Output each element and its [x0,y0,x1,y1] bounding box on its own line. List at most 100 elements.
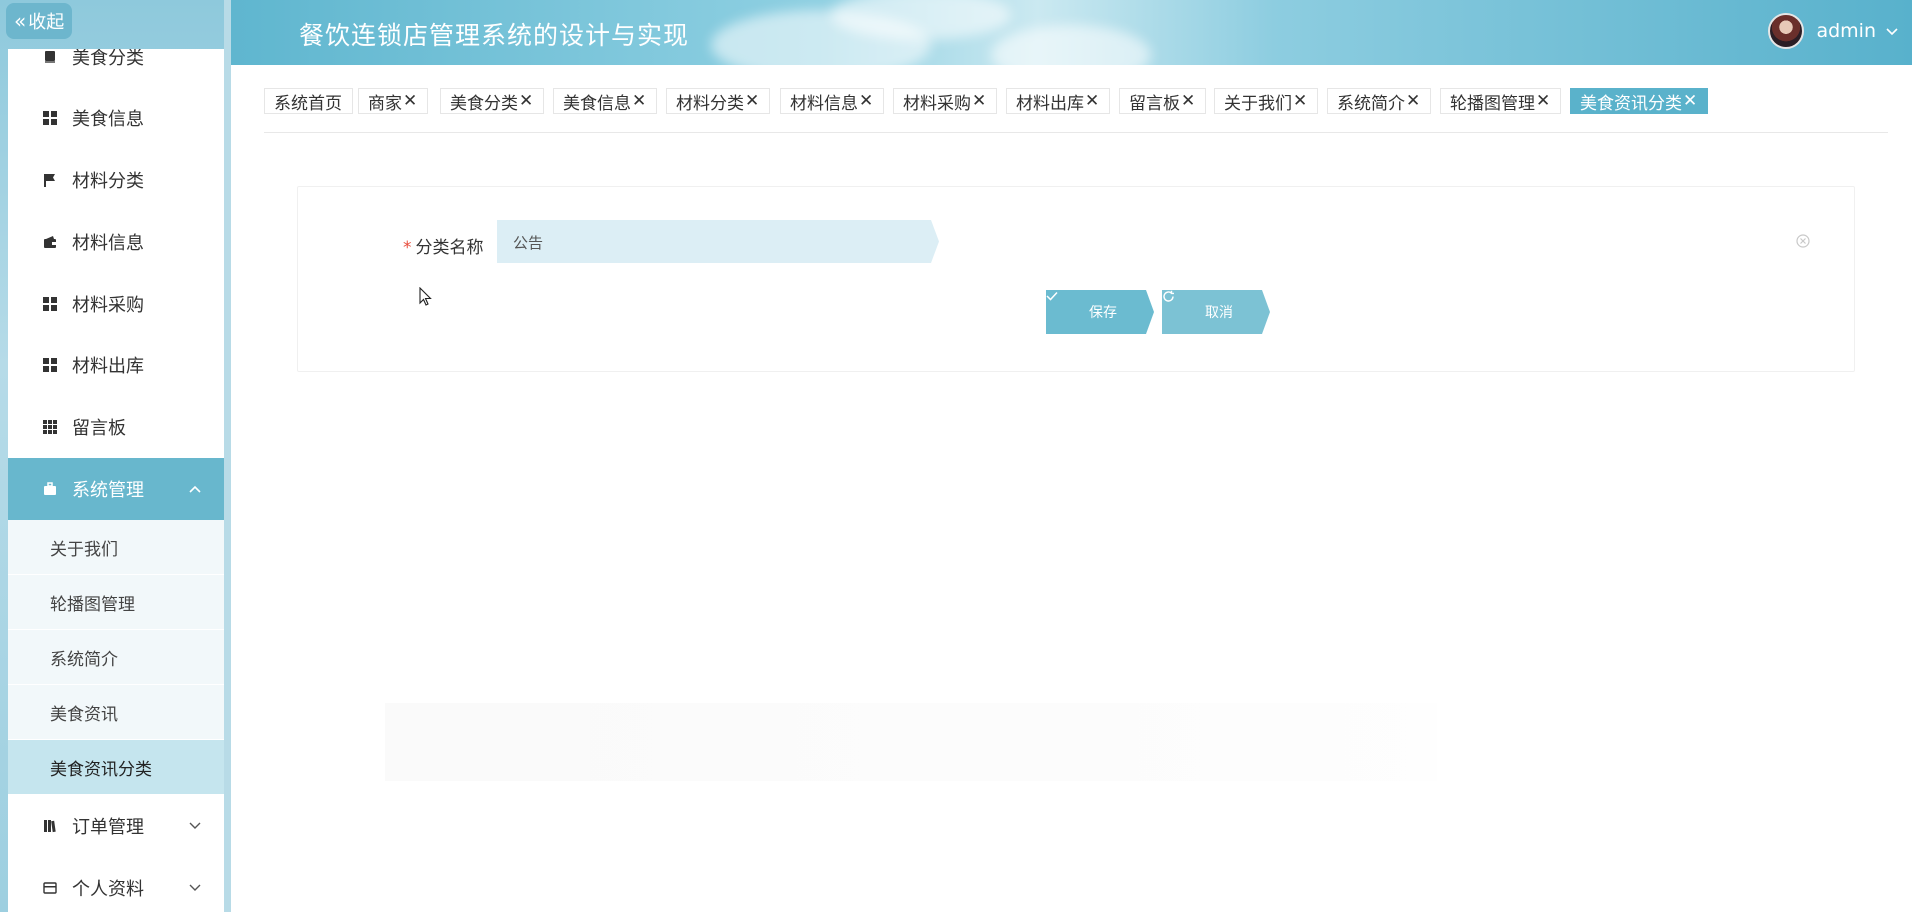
tag-carousel[interactable]: 轮播图管理 ✕ [1440,88,1562,114]
cancel-button[interactable]: 取消 [1162,290,1270,334]
edit-form-card: *分类名称 保存 取消 [297,186,1855,372]
tag-system-intro[interactable]: 系统简介 ✕ [1327,88,1432,114]
sidebar-group-order-management[interactable]: 订单管理 [8,795,224,857]
wallet-icon [42,234,58,250]
app-title: 餐饮连锁店管理系统的设计与实现 [299,21,690,50]
save-button[interactable]: 保存 [1046,290,1154,334]
grid-icon [42,296,58,312]
tag-food-category[interactable]: 美食分类 ✕ [440,88,545,114]
tag-food-info[interactable]: 美食信息 ✕ [553,88,658,114]
grid-icon [42,357,58,373]
sidebar-item-material-outbound[interactable]: 材料出库 [8,335,224,395]
tags-bar: 系统首页 商家 ✕ 美食分类 ✕ 美食信息 ✕ 材料分类 ✕ 材料信息 ✕ 材料采购 ✕ 材… [264,88,1888,133]
save-label: 保存 [1089,305,1117,321]
tag-label: 轮播图管理 [1450,93,1535,114]
sidebar-item-label: 材料信息 [72,233,144,254]
close-icon[interactable]: ✕ [972,91,986,111]
sidebar-subitem-food-news[interactable]: 美食资讯 [8,685,224,739]
sidebar-subitem-system-intro[interactable]: 系统简介 [8,630,224,684]
close-icon[interactable]: ✕ [1536,91,1550,111]
button-content: 保存 [1046,290,1154,334]
close-icon[interactable]: ✕ [1181,91,1195,111]
category-name-label: * 分类名称 [403,233,484,258]
close-icon[interactable]: ✕ [1406,91,1420,111]
tag-food-news-category[interactable]: 美食资讯分类 ✕ [1570,88,1709,114]
sidebar-item-label: 美食信息 [72,109,144,130]
close-icon[interactable]: ✕ [745,91,759,111]
tag-merchant[interactable]: 商家 ✕ [358,88,429,114]
sidebar-item-message-board[interactable]: 留言板 [8,397,224,457]
flag-icon [42,172,58,188]
double-chevron-left-icon: « [14,9,27,33]
tag-label: 材料出库 [1016,93,1084,114]
sidebar-item-food-info[interactable]: 美食信息 [8,88,224,148]
sidebar-group-label: 系统管理 [72,480,144,501]
tag-material-outbound[interactable]: 材料出库 ✕ [1006,88,1111,114]
sidebar-group-label: 订单管理 [72,817,144,838]
tag-home[interactable]: 系统首页 [264,88,353,114]
close-icon[interactable]: ✕ [403,91,417,111]
sidebar-item-material-category[interactable]: 材料分类 [8,150,224,210]
tag-label: 系统首页 [274,93,342,114]
collapse-button[interactable]: « 收起 [6,3,73,39]
tag-label: 关于我们 [1224,93,1292,114]
sidebar-group-profile[interactable]: 个人资料 [8,857,224,912]
user-menu[interactable]: admin [1768,13,1898,49]
sidebar-group-system-management[interactable]: 系统管理 [8,458,224,520]
sidebar-group-label: 个人资料 [72,879,144,900]
tag-label: 美食信息 [563,93,631,114]
card-icon [42,880,58,896]
sidebar: « 收起 美食分类 美食信息 材料分类 材料信息 材料采购 材料出库 留言板 系… [0,0,231,912]
sidebar-edge [224,0,231,912]
cancel-label: 取消 [1205,305,1233,321]
book-icon [42,49,58,65]
grid-icon [42,110,58,126]
category-name-field[interactable] [497,220,939,265]
sidebar-item-food-category[interactable]: 美食分类 [8,49,224,87]
books-icon [42,818,58,834]
avatar [1768,13,1805,49]
faded-overlay [385,703,1437,781]
chevron-down-icon [1886,20,1898,42]
cloud-decoration [991,25,1151,65]
tag-about-us[interactable]: 关于我们 ✕ [1214,88,1319,114]
tag-material-info[interactable]: 材料信息 ✕ [780,88,885,114]
tag-label: 系统简介 [1337,93,1405,114]
clear-circle-icon[interactable] [1796,233,1810,252]
field-label-text: 分类名称 [415,238,484,258]
collapse-label: 收起 [28,12,65,33]
category-name-input[interactable] [511,220,915,265]
close-icon[interactable]: ✕ [519,91,533,111]
sidebar-subitem-carousel[interactable]: 轮播图管理 [8,575,224,629]
chevron-down-icon [188,879,202,900]
side-menu: 美食分类 美食信息 材料分类 材料信息 材料采购 材料出库 留言板 系统管理 关… [8,49,224,912]
sidebar-item-label: 材料分类 [72,171,144,192]
tag-material-category[interactable]: 材料分类 ✕ [666,88,771,114]
close-icon[interactable]: ✕ [1293,91,1307,111]
close-icon[interactable]: ✕ [632,91,646,111]
sidebar-item-label: 留言板 [72,418,126,439]
close-icon[interactable]: ✕ [1683,91,1697,111]
sidebar-item-material-info[interactable]: 材料信息 [8,212,224,272]
tag-message-board[interactable]: 留言板 ✕ [1119,88,1207,114]
sidebar-subitem-food-news-category[interactable]: 美食资讯分类 [8,740,224,794]
sidebar-item-label: 材料出库 [72,356,144,377]
tag-label: 美食资讯分类 [1580,93,1682,114]
tag-label: 材料信息 [790,93,858,114]
sidebar-item-label: 材料采购 [72,295,144,316]
close-icon[interactable]: ✕ [1085,91,1099,111]
chevron-up-icon [188,480,202,501]
sidebar-subitem-about-us[interactable]: 关于我们 [8,520,224,574]
tag-label: 材料采购 [903,93,971,114]
sidebar-item-material-purchase[interactable]: 材料采购 [8,274,224,334]
grid-small-icon [42,419,58,435]
button-content: 取消 [1162,290,1270,334]
tag-material-purchase[interactable]: 材料采购 ✕ [893,88,998,114]
required-mark: * [403,238,412,258]
briefcase-icon [42,481,58,497]
tag-label: 商家 [368,93,402,114]
tag-label: 材料分类 [676,93,744,114]
tag-label: 留言板 [1129,93,1180,114]
username: admin [1816,20,1876,42]
close-icon[interactable]: ✕ [859,91,873,111]
